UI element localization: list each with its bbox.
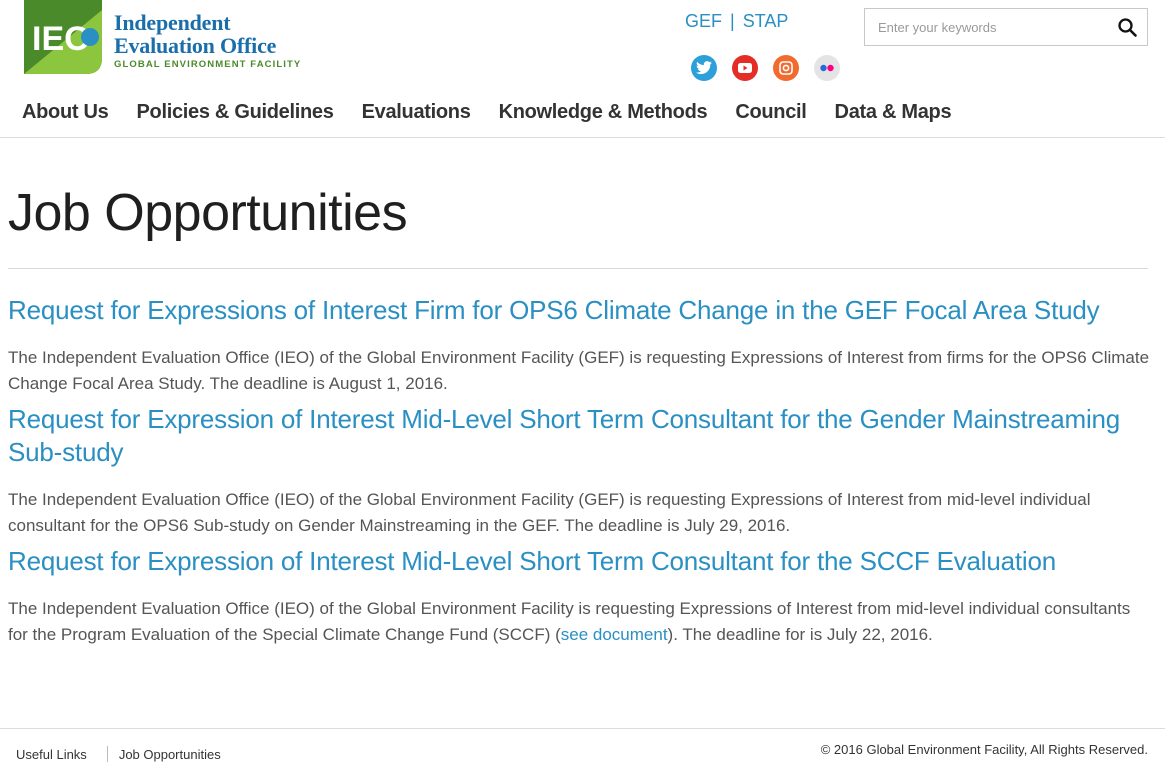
main-nav: About Us Policies & Guidelines Evaluatio… xyxy=(22,101,979,124)
twitter-icon[interactable] xyxy=(691,55,717,81)
stap-link[interactable]: STAP xyxy=(743,11,789,31)
job-list: Request for Expressions of Interest Firm… xyxy=(8,294,1153,654)
nav-policies-guidelines[interactable]: Policies & Guidelines xyxy=(136,101,333,124)
footer-links: Useful Links Job Opportunities xyxy=(16,746,221,762)
nav-council[interactable]: Council xyxy=(735,101,807,124)
job-item: Request for Expression of Interest Mid-L… xyxy=(8,545,1153,648)
job-description: The Independent Evaluation Office (IEO) … xyxy=(8,596,1153,648)
search-icon xyxy=(1117,17,1137,37)
nav-knowledge-methods[interactable]: Knowledge & Methods xyxy=(499,101,708,124)
job-title-link[interactable]: Request for Expression of Interest Mid-L… xyxy=(8,403,1153,469)
logo-line-3: GLOBAL ENVIRONMENT FACILITY xyxy=(114,59,302,70)
job-description: The Independent Evaluation Office (IEO) … xyxy=(8,490,1091,535)
search-button[interactable] xyxy=(1107,9,1147,45)
job-title-link[interactable]: Request for Expression of Interest Mid-L… xyxy=(8,545,1153,578)
job-description: The Independent Evaluation Office (IEO) … xyxy=(8,348,1150,393)
see-document-link[interactable]: see document xyxy=(561,625,668,644)
title-divider xyxy=(8,268,1148,269)
top-links-separator: | xyxy=(730,11,735,31)
job-title-link[interactable]: Request for Expressions of Interest Firm… xyxy=(8,294,1153,327)
logo-line-1: Independent xyxy=(114,10,231,35)
nav-data-maps[interactable]: Data & Maps xyxy=(835,101,952,124)
copyright-text: © 2016 Global Environment Facility, All … xyxy=(820,742,1148,757)
site-logo[interactable]: IEO Independent Evaluation Office GLOBAL… xyxy=(22,0,302,74)
job-item: Request for Expressions of Interest Firm… xyxy=(8,294,1153,397)
footer-divider xyxy=(0,728,1165,729)
footer-link-divider xyxy=(106,746,108,762)
social-links xyxy=(691,55,840,81)
top-links: GEF | STAP xyxy=(685,11,788,32)
site-search xyxy=(864,8,1148,46)
nav-about-us[interactable]: About Us xyxy=(22,101,109,124)
nav-divider xyxy=(0,137,1165,138)
logo-line-2: Evaluation Office xyxy=(114,33,277,58)
job-description-text-end: ). The deadline for is July 22, 2016. xyxy=(667,625,933,644)
nav-evaluations[interactable]: Evaluations xyxy=(362,101,471,124)
page-title: Job Opportunities xyxy=(8,184,408,242)
footer-useful-links[interactable]: Useful Links xyxy=(16,747,87,762)
instagram-icon[interactable] xyxy=(773,55,799,81)
search-input[interactable] xyxy=(865,9,1107,45)
gef-link[interactable]: GEF xyxy=(685,11,722,31)
logo-wordmark: Independent Evaluation Office GLOBAL ENV… xyxy=(114,12,301,70)
youtube-icon[interactable] xyxy=(732,55,758,81)
job-item: Request for Expression of Interest Mid-L… xyxy=(8,403,1153,539)
footer-job-opportunities[interactable]: Job Opportunities xyxy=(119,747,221,762)
ieo-logo-mark: IEO xyxy=(22,0,102,74)
flickr-icon[interactable] xyxy=(814,55,840,81)
